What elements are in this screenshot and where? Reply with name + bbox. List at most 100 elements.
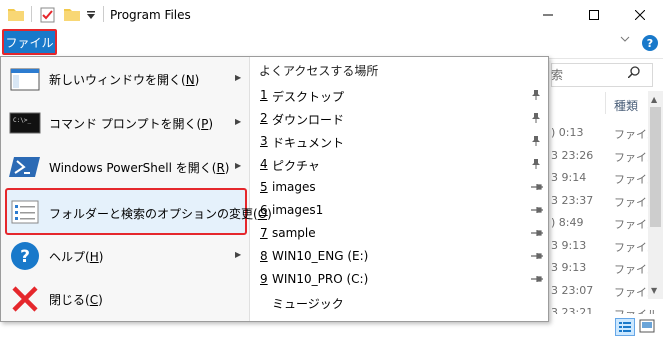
- recent-place-item[interactable]: 6 images1: [258, 200, 548, 222]
- recent-place-number: 8: [260, 249, 268, 263]
- help-icon: ?: [9, 240, 41, 272]
- maximize-button[interactable]: [571, 0, 617, 30]
- recent-place-number: 2: [260, 111, 268, 125]
- recent-place-label: WIN10_ENG (E:): [272, 249, 369, 263]
- recent-place-label: デスクトップ: [272, 90, 345, 104]
- recent-place-label: WIN10_PRO (C:): [272, 272, 369, 286]
- quick-access-dropdown-icon[interactable]: [86, 9, 96, 23]
- file-tab[interactable]: ファイル: [2, 29, 57, 55]
- search-placeholder: 索: [551, 68, 564, 82]
- file-menu: 新しいウィンドウを開く(N) ▶ C:\>_ コマンド プロンプトを開く(P) …: [0, 56, 549, 322]
- recent-place-number: 1: [260, 88, 268, 102]
- menu-item-command-prompt[interactable]: C:\>_ コマンド プロンプトを開く(P) ▶: [3, 102, 249, 144]
- recent-place-label: images: [272, 180, 316, 194]
- file-modified-date: ) 8:49: [551, 216, 584, 229]
- menu-item-folder-options[interactable]: フォルダーと検索のオプションの変更(O): [5, 188, 272, 235]
- window-title: Program Files: [110, 8, 191, 22]
- svg-text:C:\>_: C:\>_: [13, 117, 31, 124]
- ribbon-expand-icon[interactable]: [620, 35, 630, 46]
- recent-place-label: ダウンロード: [272, 113, 345, 127]
- file-row[interactable]: 3 23:26 ファイル: [551, 148, 658, 164]
- recent-place-number: 4: [260, 157, 268, 171]
- recent-place-number: 3: [260, 134, 268, 148]
- file-row[interactable]: ) 8:49 ファイル: [551, 216, 658, 231]
- submenu-arrow-icon: ▶: [235, 117, 242, 126]
- file-modified-date: 3 9:13: [551, 238, 587, 252]
- recent-place-item[interactable]: 1 デスクトップ: [258, 85, 548, 107]
- recent-place-label: images1: [272, 203, 324, 217]
- menu-item-close[interactable]: 閉じる(C): [3, 278, 249, 320]
- pin-icon[interactable]: [530, 227, 543, 239]
- file-modified-date: 3 9:13: [551, 261, 587, 274]
- large-icons-view-button[interactable]: [638, 318, 656, 334]
- search-icon: [627, 66, 640, 81]
- recent-place-label: ミュージック: [272, 297, 344, 311]
- details-view-button[interactable]: [615, 318, 635, 336]
- pinned-icon[interactable]: [530, 89, 542, 101]
- recent-place-label: ピクチャ: [272, 159, 320, 173]
- minimize-button[interactable]: [525, 0, 571, 30]
- scroll-down-icon[interactable]: ▼: [651, 286, 657, 295]
- scroll-up-icon[interactable]: ▲: [651, 95, 657, 104]
- details-view-icon: [619, 322, 631, 332]
- recent-place-item[interactable]: 8 WIN10_ENG (E:): [258, 246, 548, 268]
- recent-place-item[interactable]: 4 ピクチャ: [258, 154, 548, 176]
- new-window-icon: [9, 63, 41, 95]
- recent-place-item[interactable]: 3 ドキュメント: [258, 131, 548, 153]
- file-modified-date: 3 23:37: [551, 193, 594, 207]
- menu-item-new-window[interactable]: 新しいウィンドウを開く(N) ▶: [3, 58, 249, 100]
- recent-place-number: 9: [260, 272, 268, 286]
- recent-place-item[interactable]: ミュージック: [258, 292, 548, 314]
- menu-item-label: 閉じる(C): [49, 293, 103, 307]
- file-row[interactable]: 3 9:13 ファイル: [551, 261, 658, 276]
- file-row[interactable]: 3 23:07 ファイル: [551, 283, 658, 299]
- ribbon-bar: [0, 30, 663, 59]
- menu-item-label: 新しいウィンドウを開く(N): [49, 73, 200, 87]
- pinned-icon[interactable]: [530, 135, 542, 147]
- title-bar: Program Files: [0, 0, 663, 30]
- scrollbar-thumb[interactable]: [650, 107, 661, 227]
- file-menu-commands: 新しいウィンドウを開く(N) ▶ C:\>_ コマンド プロンプトを開く(P) …: [1, 57, 272, 321]
- menu-item-powershell[interactable]: Windows PowerShell を開く(R) ▶: [3, 146, 249, 188]
- file-row[interactable]: 3 9:13 ファイル: [551, 238, 658, 254]
- recent-place-number: 6: [260, 203, 268, 217]
- recent-place-item[interactable]: 2 ダウンロード: [258, 108, 548, 130]
- help-button[interactable]: ?: [642, 35, 658, 51]
- folder-options-icon: [9, 196, 41, 228]
- submenu-arrow-icon: ▶: [235, 73, 242, 82]
- pinned-icon[interactable]: [530, 112, 542, 124]
- file-modified-date: 3 23:26: [551, 148, 594, 162]
- recent-place-label: sample: [272, 226, 316, 240]
- close-button[interactable]: [617, 0, 663, 30]
- large-icons-view-icon: [639, 319, 655, 333]
- file-row[interactable]: 3 9:14 ファイル: [551, 171, 658, 186]
- column-separator[interactable]: [605, 92, 606, 114]
- menu-item-help[interactable]: ? ヘルプ(H) ▶: [3, 235, 249, 277]
- column-header-type[interactable]: 種類: [614, 97, 638, 114]
- pinned-icon[interactable]: [530, 158, 542, 170]
- pin-icon[interactable]: [530, 181, 543, 193]
- menu-item-label: フォルダーと検索のオプションの変更(O): [49, 207, 272, 221]
- pin-icon[interactable]: [530, 204, 543, 216]
- recent-place-item[interactable]: 9 WIN10_PRO (C:): [258, 269, 548, 291]
- file-row[interactable]: ) 0:13 ファイル: [551, 126, 658, 141]
- pin-icon[interactable]: [530, 250, 543, 262]
- menu-item-label: コマンド プロンプトを開く(P): [49, 117, 214, 131]
- properties-icon[interactable]: [40, 7, 56, 26]
- recent-place-item[interactable]: 5 images: [258, 177, 548, 199]
- divider: [31, 6, 32, 22]
- submenu-arrow-icon: ▶: [235, 161, 242, 170]
- recent-place-number: 7: [260, 226, 268, 240]
- recent-place-item[interactable]: 7 sample: [258, 223, 548, 245]
- divider: [103, 6, 104, 22]
- file-row[interactable]: 3 23:37 ファイル: [551, 193, 658, 209]
- command-prompt-icon: C:\>_: [9, 107, 41, 139]
- file-modified-date: 3 23:07: [551, 283, 594, 297]
- menu-item-label: ヘルプ(H): [49, 250, 104, 264]
- recent-place-label: ドキュメント: [272, 136, 345, 150]
- svg-text:?: ?: [20, 247, 30, 267]
- new-folder-icon[interactable]: [64, 7, 80, 24]
- folder-icon: [8, 7, 24, 24]
- frequent-places-heading: よくアクセスする場所: [259, 64, 379, 78]
- pin-icon[interactable]: [530, 273, 543, 285]
